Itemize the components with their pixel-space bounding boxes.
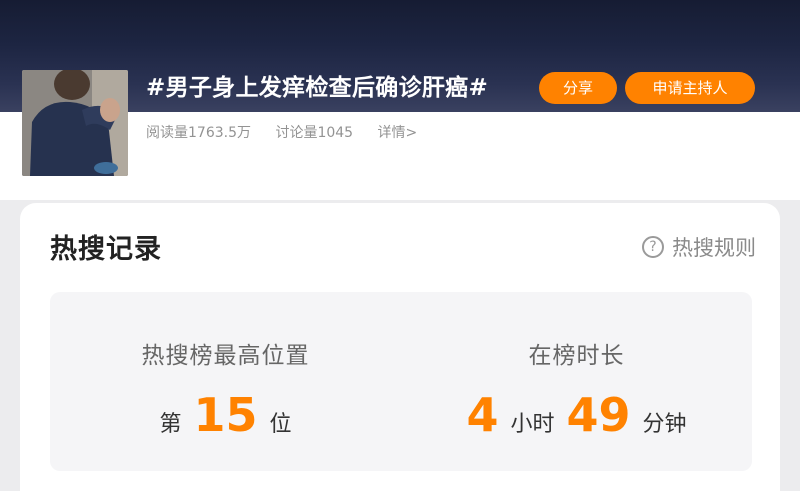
duration-hours-unit: 小时 — [510, 412, 555, 437]
duration-hours: 4 — [466, 388, 499, 442]
duration-minutes: 49 — [566, 388, 631, 442]
duration-value-row: 4 小时 49 分钟 — [401, 388, 752, 444]
rank-prefix: 第 — [159, 412, 182, 437]
highest-rank-value-row: 第 15 位 — [50, 388, 401, 444]
read-count: 阅读量1763.5万 — [146, 125, 251, 141]
question-circle-icon: ? — [642, 236, 664, 258]
duration-label: 在榜时长 — [528, 343, 625, 369]
topic-cover-image[interactable] — [22, 70, 128, 176]
rank-suffix: 位 — [269, 412, 292, 437]
share-button[interactable]: 分享 — [539, 72, 617, 104]
hot-search-record-card: 热搜记录 ? 热搜规则 热搜榜最高位置 第 15 位 在榜时长 4 小时 49 — [20, 203, 780, 491]
apply-host-button[interactable]: 申请主持人 — [625, 72, 755, 104]
topic-title: #男子身上发痒检查后确诊肝癌# — [146, 75, 489, 101]
hot-search-rules-link[interactable]: ? 热搜规则 — [642, 232, 756, 262]
record-stats-panel: 热搜榜最高位置 第 15 位 在榜时长 4 小时 49 分钟 — [50, 292, 752, 471]
rank-number: 15 — [193, 388, 258, 442]
discussion-count: 讨论量1045 — [275, 125, 354, 141]
duration-stat: 在榜时长 4 小时 49 分钟 — [401, 292, 752, 471]
person-photo-icon — [22, 70, 128, 176]
topic-stats: 阅读量1763.5万 讨论量1045 详情> — [146, 122, 437, 142]
details-link[interactable]: 详情> — [378, 125, 418, 141]
rules-label: 热搜规则 — [672, 236, 756, 260]
highest-rank-stat: 热搜榜最高位置 第 15 位 — [50, 292, 401, 471]
topic-page: #男子身上发痒检查后确诊肝癌# 分享 申请主持人 阅读量1763.5万 讨论量1… — [0, 0, 800, 491]
highest-rank-label: 热搜榜最高位置 — [141, 343, 310, 369]
duration-minutes-unit: 分钟 — [642, 412, 687, 437]
card-title: 热搜记录 — [50, 234, 162, 265]
